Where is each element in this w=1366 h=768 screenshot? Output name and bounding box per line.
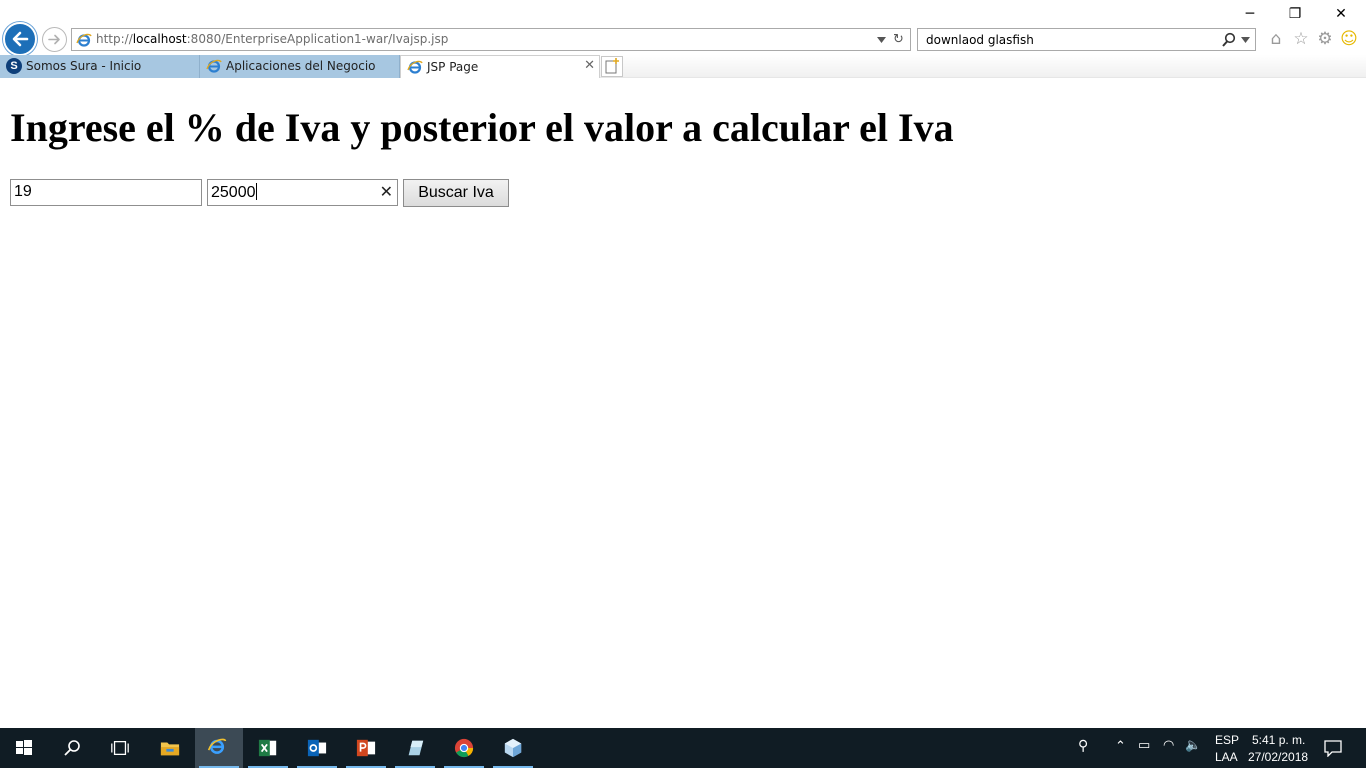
back-arrow-icon <box>12 31 29 47</box>
screen: http://localhost:8080/EnterpriseApplicat… <box>0 0 1366 768</box>
address-dropdown-icon[interactable] <box>877 37 886 43</box>
language-top[interactable]: ESP <box>1215 733 1239 747</box>
restore-button[interactable]: ❐ <box>1272 0 1318 28</box>
taskbar-powerpoint[interactable] <box>342 728 390 768</box>
app-icon <box>408 740 424 756</box>
amount-input[interactable]: 25000 ✕ <box>207 179 398 206</box>
task-view-icon <box>111 741 129 755</box>
search-box[interactable]: downlaod glasfish <box>917 28 1256 51</box>
iva-percent-input[interactable]: 19 <box>10 179 202 206</box>
taskbar-file-explorer[interactable] <box>146 728 194 768</box>
search-input[interactable]: downlaod glasfish <box>926 33 1034 47</box>
tab-close-icon[interactable]: ✕ <box>584 58 595 73</box>
clock-time[interactable]: 5:41 p. m. <box>1252 733 1305 747</box>
people-icon[interactable]: ⚲ <box>1078 738 1088 754</box>
taskbar-outlook[interactable] <box>293 728 341 768</box>
tab-aplicaciones-del-negocio[interactable]: Aplicaciones del Negocio <box>200 55 400 78</box>
windows-taskbar: ⚲ ⌃ ▭ ◠ 🔈 ESP LAA 5:41 p. m. 27/02/2018 <box>0 728 1366 768</box>
minimize-button[interactable]: ─ <box>1227 0 1273 28</box>
search-dropdown-icon[interactable] <box>1241 37 1250 43</box>
new-tab-button[interactable] <box>601 56 623 77</box>
page-content: Ingrese el % de Iva y posterior el valor… <box>0 78 1366 728</box>
smiley-feedback-icon[interactable]: ☺ <box>1339 28 1359 50</box>
buscar-iva-button[interactable]: Buscar Iva <box>403 179 509 207</box>
taskbar-virtualbox[interactable] <box>489 728 537 768</box>
ie-icon <box>76 33 92 47</box>
favorites-star-icon[interactable]: ☆ <box>1291 28 1311 50</box>
windows-start-icon <box>16 740 32 755</box>
settings-gear-icon[interactable]: ⚙ <box>1315 28 1335 50</box>
tab-jsp-page[interactable]: JSP Page ✕ <box>400 55 600 78</box>
back-button[interactable] <box>3 22 37 56</box>
system-tray: ⚲ ⌃ ▭ ◠ 🔈 ESP LAA 5:41 p. m. 27/02/2018 <box>1070 728 1366 768</box>
taskbar-search-button[interactable] <box>48 728 96 768</box>
search-icon[interactable] <box>1221 32 1237 48</box>
clear-input-icon[interactable]: ✕ <box>380 182 393 201</box>
sura-icon: S <box>6 58 22 74</box>
url-text: http://localhost:8080/EnterpriseApplicat… <box>96 32 449 46</box>
task-view-button[interactable] <box>96 728 144 768</box>
text-caret <box>255 183 257 200</box>
tab-label: Somos Sura - Inicio <box>26 59 142 73</box>
taskbar-internet-explorer[interactable] <box>195 728 243 768</box>
show-hidden-icons-chevron-icon[interactable]: ⌃ <box>1115 739 1126 754</box>
volume-icon[interactable]: 🔈 <box>1185 738 1201 753</box>
ie-icon <box>206 59 222 73</box>
windows-start-button[interactable] <box>0 728 48 768</box>
page-heading: Ingrese el % de Iva y posterior el valor… <box>10 105 954 150</box>
clock-date[interactable]: 27/02/2018 <box>1248 750 1308 764</box>
browser-toolbar: http://localhost:8080/EnterpriseApplicat… <box>0 0 1366 56</box>
wifi-icon[interactable]: ◠ <box>1163 738 1174 753</box>
forward-button[interactable] <box>42 27 67 52</box>
internet-explorer-icon <box>207 738 227 754</box>
tab-somos-sura[interactable]: S Somos Sura - Inicio <box>0 55 200 78</box>
new-tab-icon <box>605 58 619 74</box>
action-center-icon[interactable] <box>1324 739 1342 757</box>
tab-strip: S Somos Sura - Inicio Aplicaciones del N… <box>0 55 1366 78</box>
outlook-icon <box>307 739 327 757</box>
home-icon[interactable]: ⌂ <box>1266 28 1286 50</box>
taskbar-excel[interactable] <box>244 728 292 768</box>
battery-icon[interactable]: ▭ <box>1138 738 1150 753</box>
powerpoint-icon <box>356 739 376 757</box>
iva-percent-value: 19 <box>14 183 32 200</box>
chrome-icon <box>454 738 474 758</box>
taskbar-chrome[interactable] <box>440 728 488 768</box>
taskbar-app[interactable] <box>391 728 439 768</box>
file-explorer-icon <box>160 742 180 756</box>
close-button[interactable]: ✕ <box>1318 0 1364 28</box>
amount-value: 25000 <box>211 184 256 201</box>
address-bar[interactable]: http://localhost:8080/EnterpriseApplicat… <box>71 28 911 51</box>
tab-label: JSP Page <box>427 60 479 74</box>
forward-arrow-icon <box>48 34 60 45</box>
tab-label: Aplicaciones del Negocio <box>226 59 376 73</box>
virtualbox-icon <box>504 738 522 758</box>
language-bottom[interactable]: LAA <box>1215 750 1238 764</box>
search-icon <box>64 740 80 756</box>
excel-icon <box>258 739 277 757</box>
refresh-icon[interactable]: ↻ <box>893 32 904 47</box>
ie-icon <box>407 60 423 74</box>
